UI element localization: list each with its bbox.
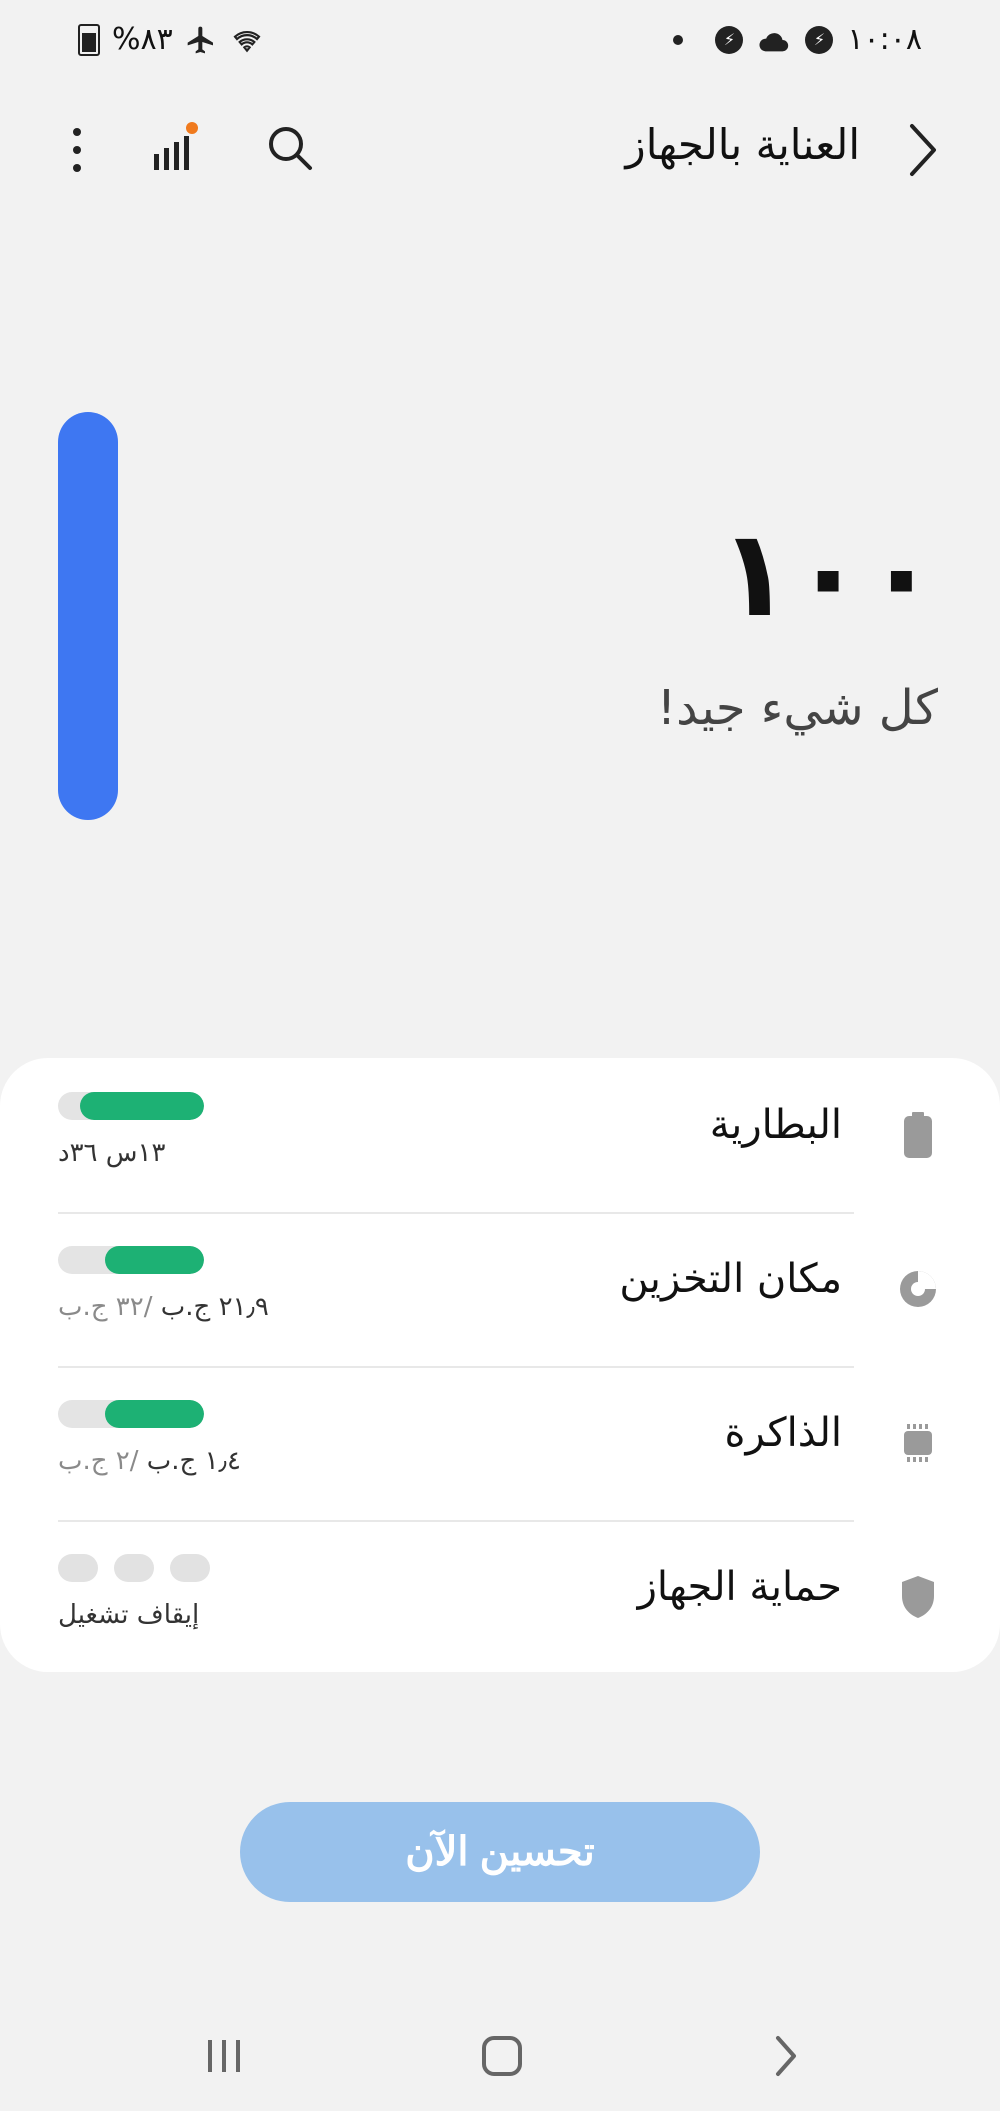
storage-value: ٢١٫٩ ج.ب (160, 1292, 269, 1322)
protection-status-dots (58, 1554, 210, 1582)
care-score: ١٠٠ (718, 505, 938, 644)
score-message: كل شيء جيد! (656, 680, 938, 736)
battery-time: ١٣س ٣٦د (58, 1138, 165, 1168)
battery-meter-fill (79, 1092, 204, 1120)
battery-meter (58, 1092, 204, 1120)
airplane-icon (187, 26, 213, 53)
storage-usage: ٢١٫٩ ج.ب /٣٢ ج.ب (58, 1292, 269, 1322)
messenger-icon-2: ⚡ (805, 25, 834, 54)
memory-meter-fill (104, 1400, 204, 1428)
memory-meter (58, 1400, 204, 1428)
storage-meter-fill (104, 1246, 204, 1274)
page-title: العناية بالجهاز (625, 120, 860, 169)
status-bar: %٨٣ ⚡ ⚡ ١٠:٠٨ (0, 0, 1000, 84)
battery-row[interactable]: البطارية ١٣س ٣٦د (0, 1058, 1000, 1212)
status-right: ⚡ ⚡ ١٠:٠٨ (673, 22, 922, 57)
notification-dot-icon (673, 34, 684, 45)
memory-value: ١٫٤ ج.ب (146, 1446, 241, 1476)
app-header: العناية بالجهاز (0, 100, 1000, 200)
system-nav-bar (0, 2020, 1000, 2090)
memory-usage: ١٫٤ ج.ب /٢ ج.ب (58, 1446, 241, 1476)
device-protection-row[interactable]: حماية الجهاز إيقاف تشغيل (0, 1520, 1000, 1674)
more-options-icon[interactable] (62, 122, 92, 178)
search-icon[interactable] (262, 120, 320, 178)
messenger-icon: ⚡ (715, 25, 744, 54)
storage-total: /٣٢ ج.ب (58, 1292, 153, 1322)
clock: ١٠:٠٨ (847, 22, 922, 57)
battery-percent: %٨٣ (112, 22, 173, 57)
cloud-icon (759, 32, 789, 51)
battery-label: البطارية (709, 1102, 842, 1148)
wifi-icon (233, 30, 261, 52)
status-left: %٨٣ (78, 22, 265, 57)
signal-stats-icon[interactable] (150, 120, 200, 178)
protection-status: إيقاف تشغيل (58, 1600, 200, 1630)
memory-total: /٢ ج.ب (58, 1446, 139, 1476)
storage-pie-icon (900, 1271, 936, 1307)
battery-icon (904, 1112, 932, 1158)
battery-status-icon (78, 23, 100, 56)
device-care-card: البطارية ١٣س ٣٦د مكان التخزين ٢١٫٩ ج.ب /… (0, 1058, 1000, 1672)
score-level-bar (58, 412, 118, 820)
storage-row[interactable]: مكان التخزين ٢١٫٩ ج.ب /٣٢ ج.ب (0, 1212, 1000, 1366)
optimize-now-button[interactable]: تحسين الآن (240, 1802, 760, 1902)
storage-label: مكان التخزين (619, 1256, 842, 1302)
battery-value: ١٣س ٣٦د (58, 1138, 166, 1168)
shield-icon (902, 1576, 934, 1618)
memory-label: الذاكرة (724, 1410, 842, 1456)
memory-row[interactable]: الذاكرة ١٫٤ ج.ب /٢ ج.ب (0, 1366, 1000, 1520)
device-protection-label: حماية الجهاز (637, 1564, 842, 1610)
recent-apps-icon[interactable] (200, 2036, 250, 2076)
nav-back-icon[interactable] (770, 2032, 800, 2080)
storage-meter (58, 1246, 204, 1274)
memory-chip-icon (904, 1424, 932, 1462)
home-button-icon[interactable] (482, 2036, 522, 2076)
back-arrow-icon[interactable] (902, 118, 942, 182)
